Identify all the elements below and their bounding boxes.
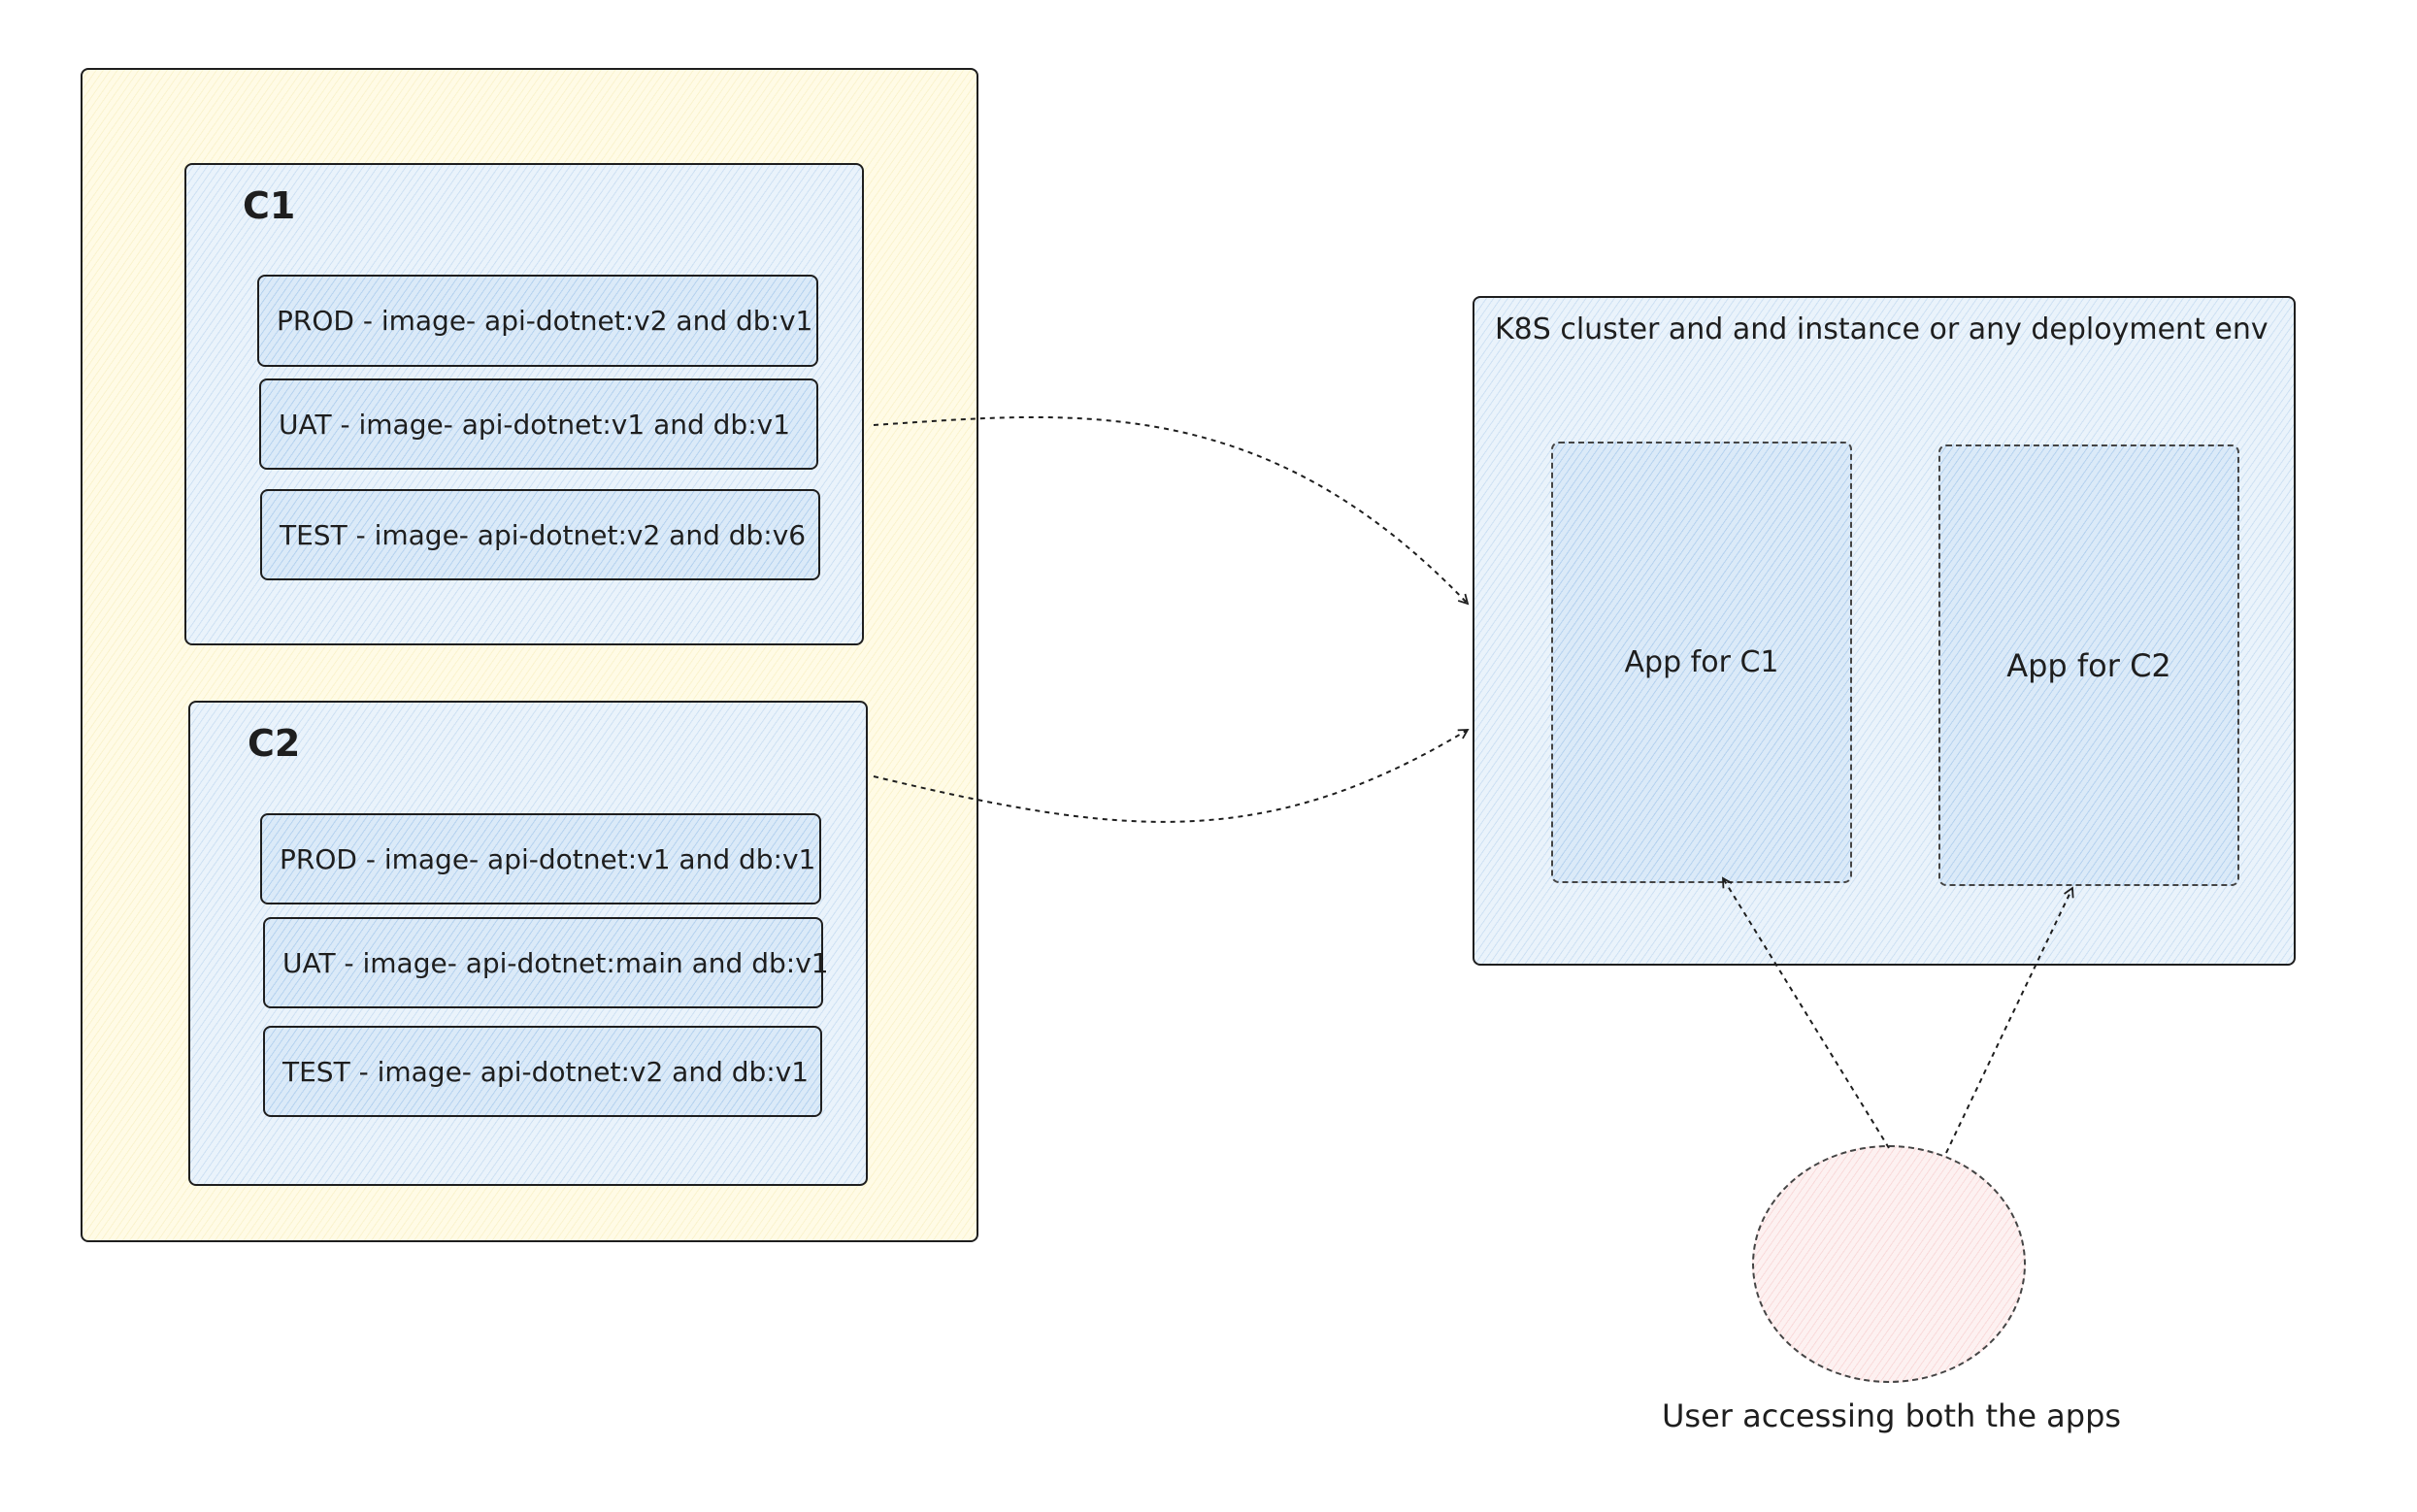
arrow-c1-to-cluster — [873, 415, 1470, 606]
connector-layer — [873, 415, 2074, 1154]
arrow-user-to-app-c1 — [1722, 876, 1890, 1149]
arrow-c2-to-cluster — [873, 729, 1470, 823]
arrow-user-to-app-c2 — [1945, 886, 2074, 1154]
